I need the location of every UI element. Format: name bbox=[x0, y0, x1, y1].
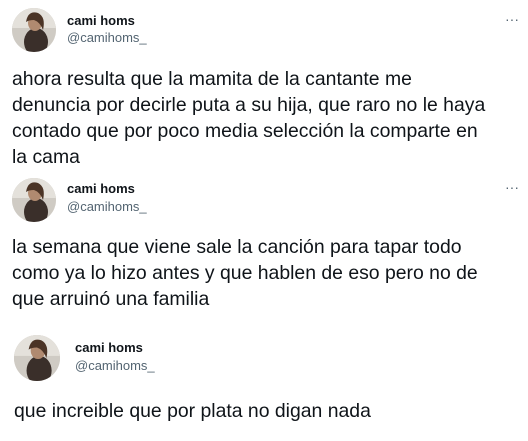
avatar[interactable] bbox=[12, 8, 56, 52]
tweet-1[interactable]: cami homs @camihoms_ ··· ahora resulta q… bbox=[0, 0, 528, 170]
tweet-text: ahora resulta que la mamita de la cantan… bbox=[12, 66, 485, 170]
tweet-text-line: que arruinó una familia bbox=[12, 288, 210, 310]
avatar-photo-icon bbox=[12, 178, 56, 222]
tweet-text-line: contado que por poco media selección la … bbox=[12, 120, 478, 142]
tweet-3[interactable]: cami homs @camihoms_ que increible que p… bbox=[0, 315, 528, 441]
tweet-text-line: que increible que por plata no digan nad… bbox=[14, 400, 371, 422]
tweet-text: la semana que viene sale la canción para… bbox=[12, 234, 478, 312]
author-handle[interactable]: @camihoms_ bbox=[67, 199, 147, 215]
avatar-photo-icon bbox=[14, 335, 60, 381]
tweet-text-line: la cama bbox=[12, 146, 80, 168]
tweet-text: que increible que por plata no digan nad… bbox=[14, 398, 371, 424]
tweet-2[interactable]: cami homs @camihoms_ ··· la semana que v… bbox=[0, 170, 528, 315]
tweet-text-line: denuncia por decirle puta a su hija, que… bbox=[12, 94, 486, 116]
avatar-photo-icon bbox=[12, 8, 56, 52]
more-options-icon[interactable]: ··· bbox=[505, 12, 519, 26]
more-options-icon[interactable]: ··· bbox=[505, 180, 519, 194]
tweet-text-line: ahora resulta que la mamita de la cantan… bbox=[12, 68, 412, 90]
tweet-text-line: la semana que viene sale la canción para… bbox=[12, 236, 462, 258]
author-handle[interactable]: @camihoms_ bbox=[75, 358, 155, 374]
tweet-text-line: como ya lo hizo antes y que hablen de es… bbox=[12, 262, 478, 284]
author-name[interactable]: cami homs bbox=[75, 340, 143, 356]
author-handle[interactable]: @camihoms_ bbox=[67, 30, 147, 46]
avatar[interactable] bbox=[12, 178, 56, 222]
avatar[interactable] bbox=[14, 335, 60, 381]
author-name[interactable]: cami homs bbox=[67, 13, 135, 29]
author-name[interactable]: cami homs bbox=[67, 181, 135, 197]
